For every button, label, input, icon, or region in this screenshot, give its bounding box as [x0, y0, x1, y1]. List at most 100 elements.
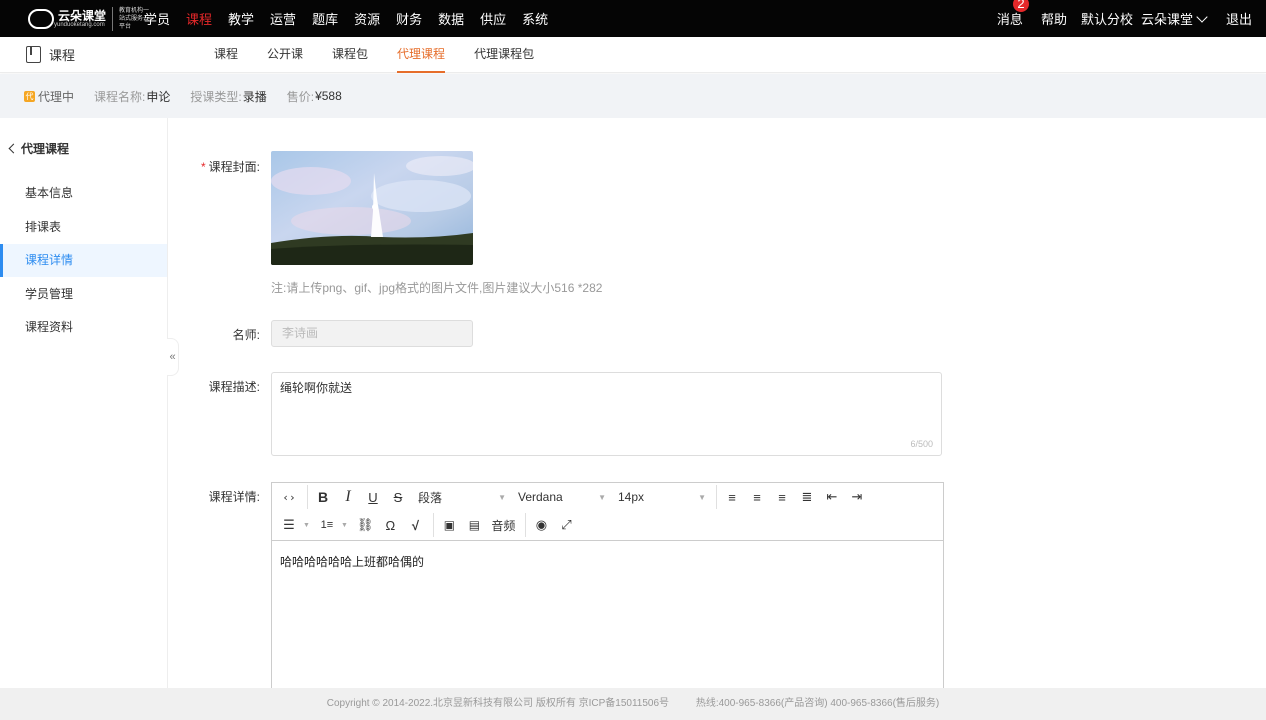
toolbar-divider — [307, 485, 308, 509]
tab-courses[interactable]: 课程 — [214, 37, 238, 73]
strikethrough-icon[interactable]: S — [387, 486, 409, 508]
sidebar-item-schedule[interactable]: 排课表 — [0, 211, 167, 244]
brand-name: 云朵课堂 — [58, 9, 107, 23]
sidebar-item-course-materials[interactable]: 课程资料 — [0, 311, 167, 344]
toolbar-divider — [716, 485, 717, 509]
price-label: 售价: — [286, 89, 315, 104]
brand-domain: yunduoketang.com — [54, 22, 105, 28]
course-info-bar: 代 代理中 课程名称: 申论 授课类型: 录播 售价: ¥588 — [0, 74, 1266, 118]
font-family-select[interactable]: Verdana ▼ — [512, 490, 612, 504]
sidebar: 代理课程 基本信息 排课表 课程详情 学员管理 课程资料 — [0, 118, 168, 688]
description-text: 绳轮啊你就送 — [280, 381, 353, 395]
price-value: ¥588 — [315, 89, 342, 103]
fullscreen-icon[interactable]: ⤢ — [555, 514, 577, 536]
special-char-icon[interactable]: Ω — [379, 514, 401, 536]
messages-link[interactable]: 消息 2 — [996, 0, 1029, 28]
nav-item-data[interactable]: 数据 — [438, 9, 464, 28]
audio-button[interactable]: 音频 — [488, 514, 518, 536]
required-marker: * — [200, 160, 206, 174]
code-icon[interactable]: ‹› — [278, 486, 300, 508]
video-icon[interactable]: ▤ — [463, 514, 485, 536]
sidebar-collapse-button[interactable]: « — [167, 338, 179, 376]
logout-link[interactable]: 退出 — [1226, 9, 1252, 28]
help-link[interactable]: 帮助 — [1041, 9, 1067, 28]
sidebar-item-basic-info[interactable]: 基本信息 — [0, 177, 167, 210]
editor-content-area[interactable]: 哈哈哈哈哈哈上班都哈偶的 — [272, 540, 943, 691]
link-icon[interactable]: ⛓ — [354, 514, 377, 536]
outdent-icon[interactable]: ⇤ — [821, 486, 843, 508]
caret-down-icon: ▼ — [303, 521, 310, 529]
account-menu[interactable]: 云朵课堂 — [1140, 9, 1208, 28]
caret-down-icon: ▼ — [698, 492, 706, 502]
footer-copyright: Copyright © 2014-2022.北京昱新科技有限公司 版权所有 京I… — [326, 698, 670, 709]
nav-item-system[interactable]: 系统 — [522, 9, 548, 28]
description-textarea[interactable]: 绳轮啊你就送 6/500 — [271, 372, 942, 456]
top-navbar: 云朵课堂 yunduoketang.com 教育机构一站式服务云平台 学员 课程… — [0, 0, 1266, 37]
formula-icon[interactable]: √ — [404, 514, 426, 536]
align-right-icon[interactable]: ≡ — [771, 486, 793, 508]
back-link-label: 代理课程 — [21, 142, 70, 156]
nav-item-resources[interactable]: 资源 — [354, 9, 380, 28]
message-count-badge: 2 — [1012, 0, 1029, 12]
description-char-counter: 6/500 — [910, 439, 933, 449]
detail-label: 课程详情: — [208, 490, 260, 504]
course-cover-image[interactable] — [271, 151, 473, 265]
nav-item-courses[interactable]: 课程 — [186, 9, 212, 28]
caret-down-icon: ▼ — [340, 521, 348, 529]
editor-toolbar-row-1: ‹› B I U S 段落 ▼ Verdana ▼ 14px ▼ ≡ ≡ ≡ ≣ ⇤ … — [272, 483, 943, 511]
account-name: 云朵课堂 — [1140, 12, 1193, 27]
teacher-label: 名师: — [232, 328, 260, 342]
description-label: 课程描述: — [208, 380, 260, 394]
caret-down-icon: ▼ — [498, 492, 506, 502]
cover-label-text: 课程封面: — [208, 160, 260, 174]
brand-logo[interactable]: 云朵课堂 yunduoketang.com 教育机构一站式服务云平台 — [28, 6, 152, 32]
font-family-value: Verdana — [518, 490, 563, 504]
nav-item-students[interactable]: 学员 — [144, 9, 170, 28]
cloud-logo-icon — [28, 9, 54, 29]
numbered-list-icon[interactable]: 1≡ — [316, 514, 338, 536]
back-link[interactable]: 代理课程 — [8, 140, 70, 157]
indent-icon[interactable]: ⇥ — [846, 486, 868, 508]
font-size-value: 14px — [618, 490, 645, 504]
section-title: 课程 — [26, 45, 75, 64]
align-left-icon[interactable]: ≡ — [721, 486, 743, 508]
tab-agent-course-packages[interactable]: 代理课程包 — [474, 37, 534, 73]
course-type-value: 录播 — [242, 89, 267, 104]
font-size-select[interactable]: 14px ▼ — [612, 490, 712, 504]
sidebar-item-student-management[interactable]: 学员管理 — [0, 278, 167, 311]
messages-label: 消息 — [996, 12, 1023, 27]
main-nav: 学员 课程 教学 运营 题库 资源 财务 数据 供应 系统 — [144, 0, 564, 37]
align-justify-icon[interactable]: ≣ — [796, 486, 818, 508]
toolbar-divider — [525, 513, 527, 537]
tab-agent-courses[interactable]: 代理课程 — [397, 37, 446, 73]
nav-item-question-bank[interactable]: 题库 — [312, 9, 338, 28]
agent-status-icon: 代 — [24, 90, 35, 102]
tab-course-packages[interactable]: 课程包 — [332, 37, 368, 73]
paragraph-format-select[interactable]: 段落 ▼ — [412, 489, 512, 506]
tab-open-courses[interactable]: 公开课 — [267, 37, 303, 73]
nav-item-operations[interactable]: 运营 — [270, 9, 296, 28]
nav-item-finance[interactable]: 财务 — [396, 9, 422, 28]
editor-toolbar-row-2: ☰ ▼ 1≡ ▼ ⛓ Ω √ ▣ ▤ 音频 ◉ ⤢ — [272, 511, 943, 539]
cover-illustration — [271, 151, 473, 265]
bold-icon[interactable]: B — [312, 486, 334, 508]
underline-icon[interactable]: U — [362, 486, 384, 508]
cover-label: * 课程封面: — [170, 158, 260, 175]
editor-content-text: 哈哈哈哈哈哈上班都哈偶的 — [280, 555, 425, 569]
nav-item-teaching[interactable]: 教学 — [228, 9, 254, 28]
italic-icon[interactable]: I — [337, 486, 359, 508]
preview-icon[interactable]: ◉ — [530, 514, 552, 536]
brand-text-block: 云朵课堂 yunduoketang.com — [54, 10, 106, 28]
course-name-value: 申论 — [146, 89, 171, 104]
align-center-icon[interactable]: ≡ — [746, 486, 768, 508]
course-type-label: 授课类型: — [190, 89, 242, 104]
nav-item-supply[interactable]: 供应 — [480, 9, 506, 28]
branch-label[interactable]: 默认分校 — [1081, 9, 1133, 28]
status-text: 代理中 — [38, 89, 75, 104]
course-name-label: 课程名称: — [94, 89, 146, 104]
book-icon — [26, 46, 41, 63]
image-icon[interactable]: ▣ — [438, 514, 460, 536]
sidebar-item-course-detail[interactable]: 课程详情 — [0, 244, 167, 277]
section-title-text: 课程 — [49, 48, 76, 63]
bullet-list-icon[interactable]: ☰ — [278, 514, 300, 536]
